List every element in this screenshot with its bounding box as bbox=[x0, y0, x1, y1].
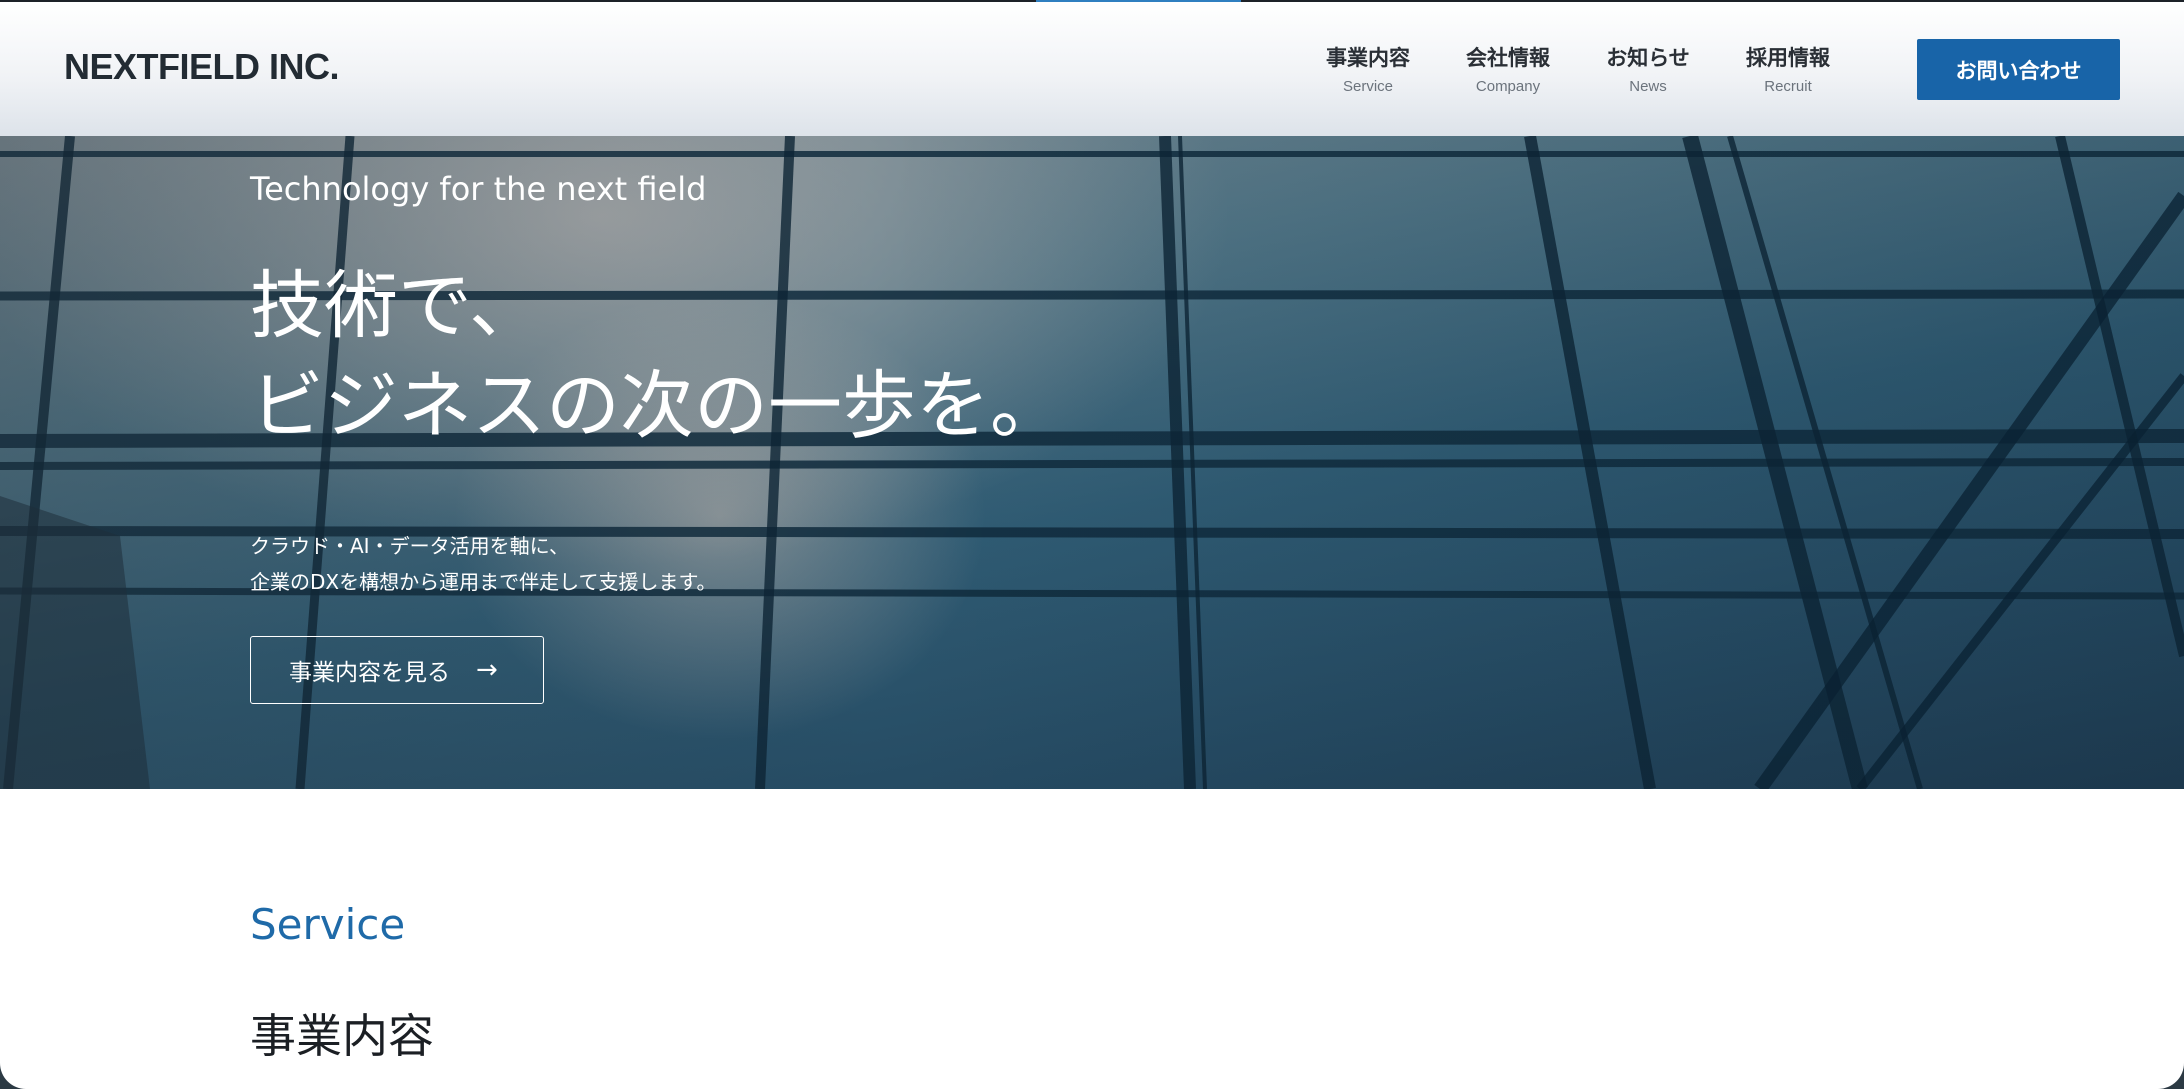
nav-label-jp: 事業内容 bbox=[1326, 46, 1410, 70]
hero-description: クラウド・AI・データ活用を軸に、 企業のDXを構想から運用まで伴走して支援しま… bbox=[250, 528, 717, 600]
service-section-title: 事業内容 bbox=[250, 1009, 434, 1063]
hero-headline-line: 技術で、 bbox=[250, 263, 544, 349]
contact-button[interactable]: お問い合わせ bbox=[1917, 39, 2120, 100]
nav-label-jp: お知らせ bbox=[1606, 46, 1690, 70]
browser-page: NEXTFIELD INC. 事業内容 Service 会社情報 Company… bbox=[0, 0, 2184, 1089]
nav-item-news[interactable]: お知らせ News bbox=[1605, 42, 1691, 102]
hero-description-line: クラウド・AI・データ活用を軸に、 bbox=[250, 534, 569, 558]
site-header: NEXTFIELD INC. 事業内容 Service 会社情報 Company… bbox=[0, 2, 2184, 136]
nav-item-service[interactable]: 事業内容 Service bbox=[1325, 42, 1411, 102]
hero-description-line: 企業のDXを構想から運用まで伴走して支援します。 bbox=[250, 570, 717, 594]
nav-item-company[interactable]: 会社情報 Company bbox=[1465, 42, 1551, 102]
nav-label-en: Service bbox=[1342, 78, 1394, 95]
nav-label-en: Recruit bbox=[1764, 78, 1812, 95]
site-logo[interactable]: NEXTFIELD INC. bbox=[64, 46, 340, 88]
arrow-right-icon: → bbox=[476, 655, 498, 685]
nav-item-recruit[interactable]: 採用情報 Recruit bbox=[1745, 42, 1831, 102]
view-services-button[interactable]: 事業内容を見る → bbox=[250, 636, 544, 704]
service-section-eyebrow: Service bbox=[250, 900, 406, 949]
hero-tagline: Technology for the next field bbox=[250, 170, 707, 208]
hero-headline: 技術で、 ビジネスの次の一歩を。 bbox=[250, 256, 1064, 456]
nav-label-en: Company bbox=[1475, 78, 1541, 95]
hero-headline-line: ビジネスの次の一歩を。 bbox=[250, 363, 1064, 449]
nav-label-en: News bbox=[1629, 78, 1667, 95]
view-services-label: 事業内容を見る bbox=[289, 660, 450, 686]
nav-label-jp: 採用情報 bbox=[1746, 46, 1830, 70]
nav-label-jp: 会社情報 bbox=[1466, 46, 1550, 70]
hero-section: Technology for the next field 技術で、 ビジネスの… bbox=[0, 136, 2184, 789]
